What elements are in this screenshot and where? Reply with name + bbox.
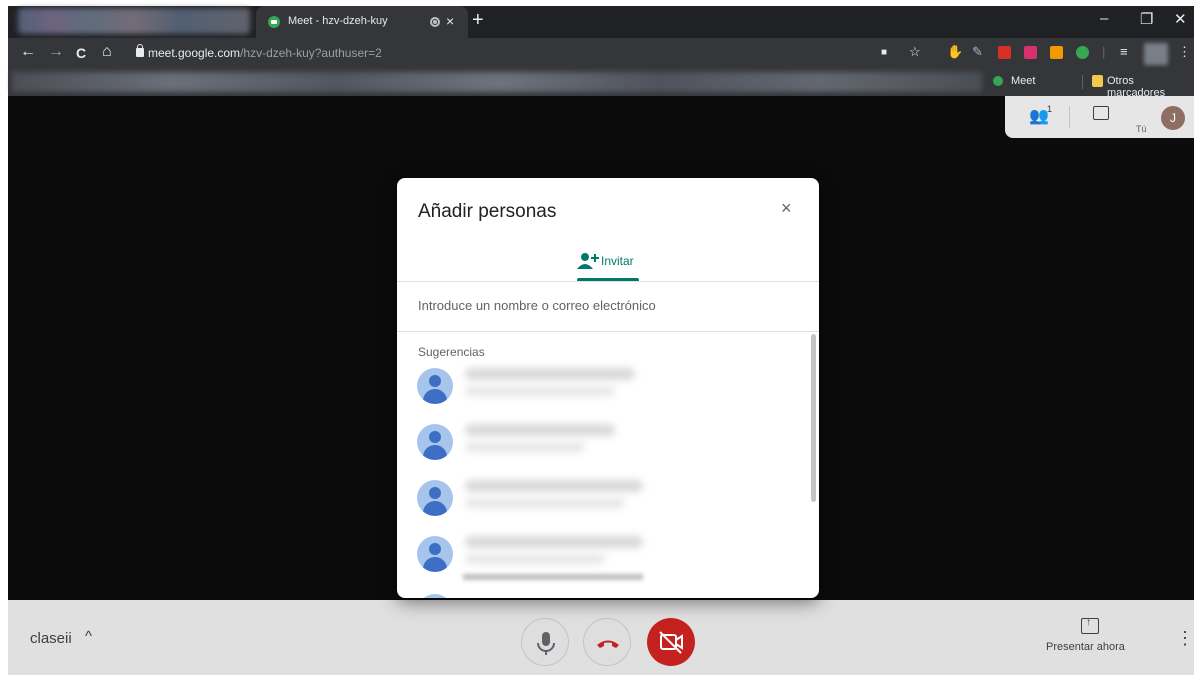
tab-meet[interactable]: Meet - hzv-dzeh-kuy × bbox=[256, 6, 468, 38]
add-people-dialog: Añadir personas × Invitar Sugerencias bbox=[397, 178, 819, 598]
recording-indicator-icon bbox=[430, 17, 440, 27]
suggestions-scrollbar[interactable] bbox=[811, 334, 816, 502]
browser-menu-icon[interactable]: ⋮ bbox=[1178, 44, 1191, 60]
people-icon[interactable]: 👥 bbox=[1029, 106, 1049, 126]
extension-pocket-icon[interactable] bbox=[1024, 46, 1037, 59]
bookmark-meet[interactable]: Meet bbox=[1011, 75, 1035, 87]
back-button[interactable]: ← bbox=[20, 43, 36, 61]
blurred-contact-email bbox=[465, 442, 585, 452]
people-panel: 👥 1 Tú J bbox=[1005, 96, 1194, 138]
window-close-button[interactable]: ✕ bbox=[1174, 10, 1187, 28]
add-person-icon bbox=[577, 253, 599, 269]
forward-button[interactable]: → bbox=[48, 43, 64, 61]
lock-icon bbox=[136, 44, 144, 57]
blurred-bookmarks[interactable] bbox=[12, 72, 982, 92]
suggestion-row[interactable] bbox=[417, 582, 797, 598]
camera-off-button[interactable] bbox=[647, 618, 695, 666]
blurred-contact-detail bbox=[463, 574, 643, 580]
blurred-contact-name bbox=[465, 368, 635, 380]
dialog-title: Añadir personas bbox=[418, 201, 557, 222]
blurred-contact-name bbox=[465, 536, 643, 548]
toolbar-separator: | bbox=[1102, 44, 1106, 59]
extension-hand-icon[interactable]: ✋ bbox=[947, 44, 963, 60]
person-avatar-icon bbox=[417, 594, 453, 598]
blurred-tabs[interactable] bbox=[18, 8, 250, 34]
suggestion-row[interactable] bbox=[417, 414, 797, 464]
microphone-icon bbox=[537, 632, 555, 655]
bookmark-separator bbox=[1082, 75, 1083, 89]
divider bbox=[397, 331, 819, 332]
new-tab-button[interactable]: + bbox=[472, 9, 484, 32]
browser-tabstrip: Meet - hzv-dzeh-kuy × + – ❐ ✕ bbox=[8, 6, 1194, 38]
extension-pdf-icon[interactable] bbox=[998, 46, 1011, 59]
people-count: 1 bbox=[1047, 104, 1053, 114]
blurred-contact-name bbox=[465, 424, 615, 436]
tab-title: Meet - hzv-dzeh-kuy bbox=[288, 15, 388, 27]
folder-icon bbox=[1092, 75, 1103, 87]
url-path: /hzv-dzeh-kuy?authuser=2 bbox=[240, 46, 382, 60]
person-avatar-icon bbox=[417, 480, 453, 516]
minimize-button[interactable]: – bbox=[1100, 10, 1108, 27]
more-options-button[interactable]: ⋮ bbox=[1176, 628, 1194, 649]
invite-search-input[interactable] bbox=[418, 290, 798, 320]
bookmarks-bar: Meet Otros marcadores bbox=[8, 68, 1194, 99]
divider bbox=[397, 281, 819, 282]
meet-bookmark-icon bbox=[993, 76, 1003, 86]
chat-icon[interactable] bbox=[1093, 106, 1109, 120]
address-bar[interactable]: meet.google.com/hzv-dzeh-kuy?authuser=2 bbox=[148, 46, 382, 60]
camera-in-use-icon[interactable]: ■ bbox=[881, 47, 887, 58]
hang-up-icon bbox=[597, 640, 619, 648]
suggestion-row[interactable] bbox=[417, 470, 797, 520]
browser-toolbar: ← → C ⌂ meet.google.com/hzv-dzeh-kuy?aut… bbox=[8, 38, 1194, 68]
leave-call-button[interactable] bbox=[583, 618, 631, 666]
self-avatar[interactable]: J bbox=[1161, 106, 1185, 130]
present-now-button[interactable]: Presentar ahora bbox=[1046, 641, 1125, 653]
blurred-contact-email bbox=[465, 386, 615, 396]
blurred-contact-name bbox=[465, 480, 643, 492]
person-avatar-icon bbox=[417, 536, 453, 572]
person-avatar-icon bbox=[417, 424, 453, 460]
chevron-up-icon[interactable]: ^ bbox=[85, 628, 92, 645]
blurred-contact-email bbox=[465, 554, 605, 564]
extension-shield-icon[interactable] bbox=[1076, 46, 1089, 59]
meet-bottom-bar: claseii ^ ↑ Presentar ahora ⋮ bbox=[8, 600, 1194, 675]
panel-separator bbox=[1069, 106, 1070, 128]
blurred-contact-email bbox=[465, 498, 625, 508]
url-host: meet.google.com bbox=[148, 46, 241, 60]
dialog-close-button[interactable]: × bbox=[781, 198, 792, 219]
extension-pen-icon[interactable]: ✎ bbox=[972, 44, 983, 60]
present-screen-icon[interactable]: ↑ bbox=[1081, 617, 1099, 634]
reload-button[interactable]: C bbox=[76, 45, 86, 61]
bookmark-star-icon[interactable]: ☆ bbox=[909, 44, 921, 60]
restore-button[interactable]: ❐ bbox=[1140, 10, 1153, 28]
suggestions-label: Sugerencias bbox=[418, 345, 485, 359]
meeting-name: claseii bbox=[30, 630, 72, 647]
microphone-button[interactable] bbox=[521, 618, 569, 666]
extension-honey-icon[interactable] bbox=[1050, 46, 1063, 59]
profile-avatar[interactable] bbox=[1144, 43, 1168, 65]
tab-close-button[interactable]: × bbox=[446, 13, 454, 29]
person-avatar-icon bbox=[417, 368, 453, 404]
suggestion-row[interactable] bbox=[417, 358, 797, 408]
media-control-icon[interactable]: ≡ bbox=[1120, 44, 1128, 59]
tab-invite-label: Invitar bbox=[601, 254, 634, 268]
suggestion-row[interactable] bbox=[417, 526, 797, 580]
home-button[interactable]: ⌂ bbox=[102, 43, 112, 61]
you-label: Tú bbox=[1136, 124, 1147, 134]
camera-off-icon bbox=[659, 631, 683, 654]
meet-favicon-icon bbox=[268, 16, 280, 28]
